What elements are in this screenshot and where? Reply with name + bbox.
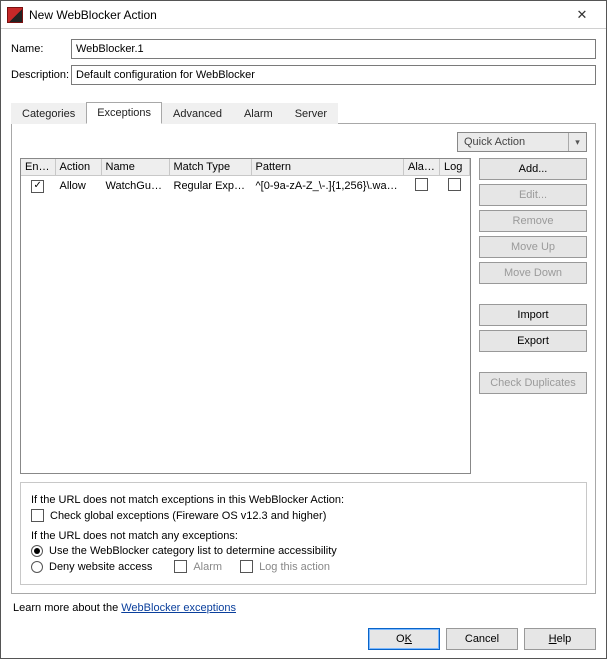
- dialog-window: New WebBlocker Action ✕ Name: Descriptio…: [0, 0, 607, 659]
- window-title: New WebBlocker Action: [29, 8, 566, 22]
- col-match-type[interactable]: Match Type: [169, 159, 251, 176]
- button-column: Add... Edit... Remove Move Up Move Down …: [479, 158, 587, 474]
- row-action: Allow: [55, 176, 101, 197]
- import-button[interactable]: Import: [479, 304, 587, 326]
- chevron-down-icon: ▾: [568, 133, 586, 151]
- opt-use-list-row: Use the WebBlocker category list to dete…: [31, 545, 576, 557]
- move-down-button[interactable]: Move Down: [479, 262, 587, 284]
- tab-page-exceptions: Quick Action ▾ Enabl... Action: [11, 124, 596, 594]
- check-global-checkbox[interactable]: [31, 509, 44, 522]
- description-row: Description:: [11, 65, 596, 85]
- row-name: WatchGuard: [101, 176, 169, 197]
- col-name[interactable]: Name: [101, 159, 169, 176]
- row-alarm-checkbox[interactable]: [415, 178, 428, 191]
- tab-server[interactable]: Server: [284, 103, 338, 124]
- edit-button[interactable]: Edit...: [479, 184, 587, 206]
- no-match-line2: If the URL does not match any exceptions…: [31, 530, 576, 542]
- quick-action-label: Quick Action: [464, 136, 525, 148]
- use-list-radio[interactable]: [31, 545, 43, 557]
- opt-deny-row: Deny website access Alarm Log this actio…: [31, 560, 576, 573]
- description-input[interactable]: [71, 65, 596, 85]
- col-log[interactable]: Log: [440, 159, 470, 176]
- name-label: Name:: [11, 43, 71, 55]
- deny-label: Deny website access: [49, 561, 152, 573]
- move-up-button[interactable]: Move Up: [479, 236, 587, 258]
- row-log-checkbox[interactable]: [448, 178, 461, 191]
- tab-exceptions[interactable]: Exceptions: [86, 102, 162, 124]
- col-enabled[interactable]: Enabl...: [21, 159, 55, 176]
- col-pattern[interactable]: Pattern: [251, 159, 404, 176]
- check-global-row: Check global exceptions (Fireware OS v12…: [31, 509, 576, 522]
- footer: OK Cancel Help: [1, 620, 606, 658]
- tabstrip: Categories Exceptions Advanced Alarm Ser…: [11, 101, 596, 124]
- deny-radio[interactable]: [31, 561, 43, 573]
- no-match-line1: If the URL does not match exceptions in …: [31, 494, 576, 506]
- close-button[interactable]: ✕: [566, 4, 598, 26]
- exceptions-table[interactable]: Enabl... Action Name Match Type Pattern …: [20, 158, 471, 474]
- deny-log-label: Log this action: [259, 561, 330, 573]
- quick-action-select[interactable]: Quick Action ▾: [457, 132, 587, 152]
- app-icon: [7, 7, 23, 23]
- content-area: Name: Description: Categories Exceptions…: [1, 29, 606, 620]
- remove-button[interactable]: Remove: [479, 210, 587, 232]
- row-enabled-checkbox[interactable]: [31, 180, 44, 193]
- learn-prefix: Learn more about the: [13, 602, 121, 614]
- check-global-label: Check global exceptions (Fireware OS v12…: [50, 510, 326, 522]
- description-label: Description:: [11, 69, 71, 81]
- name-row: Name:: [11, 39, 596, 59]
- deny-alarm-checkbox[interactable]: [174, 560, 187, 573]
- col-alarm[interactable]: Alarm: [404, 159, 440, 176]
- learn-link[interactable]: WebBlocker exceptions: [121, 602, 236, 614]
- check-duplicates-button[interactable]: Check Duplicates: [479, 372, 587, 394]
- tab-alarm[interactable]: Alarm: [233, 103, 284, 124]
- deny-log-checkbox[interactable]: [240, 560, 253, 573]
- name-input[interactable]: [71, 39, 596, 59]
- no-match-group: If the URL does not match exceptions in …: [20, 482, 587, 585]
- mid-row: Enabl... Action Name Match Type Pattern …: [20, 158, 587, 474]
- table-header-row: Enabl... Action Name Match Type Pattern …: [21, 159, 470, 176]
- row-pattern: ^[0-9a-zA-Z_\-.]{1,256}\.watchguard\.c..…: [251, 176, 404, 197]
- col-action[interactable]: Action: [55, 159, 101, 176]
- add-button[interactable]: Add...: [479, 158, 587, 180]
- learn-more: Learn more about the WebBlocker exceptio…: [13, 602, 594, 614]
- tab-categories[interactable]: Categories: [11, 103, 86, 124]
- tab-advanced[interactable]: Advanced: [162, 103, 233, 124]
- quick-action-row: Quick Action ▾: [20, 132, 587, 152]
- export-button[interactable]: Export: [479, 330, 587, 352]
- use-list-label: Use the WebBlocker category list to dete…: [49, 545, 337, 557]
- titlebar: New WebBlocker Action ✕: [1, 1, 606, 29]
- cancel-button[interactable]: Cancel: [446, 628, 518, 650]
- row-match-type: Regular Expres...: [169, 176, 251, 197]
- deny-alarm-label: Alarm: [193, 561, 222, 573]
- ok-button[interactable]: OK: [368, 628, 440, 650]
- help-button[interactable]: Help: [524, 628, 596, 650]
- table-row[interactable]: Allow WatchGuard Regular Expres... ^[0-9…: [21, 176, 470, 197]
